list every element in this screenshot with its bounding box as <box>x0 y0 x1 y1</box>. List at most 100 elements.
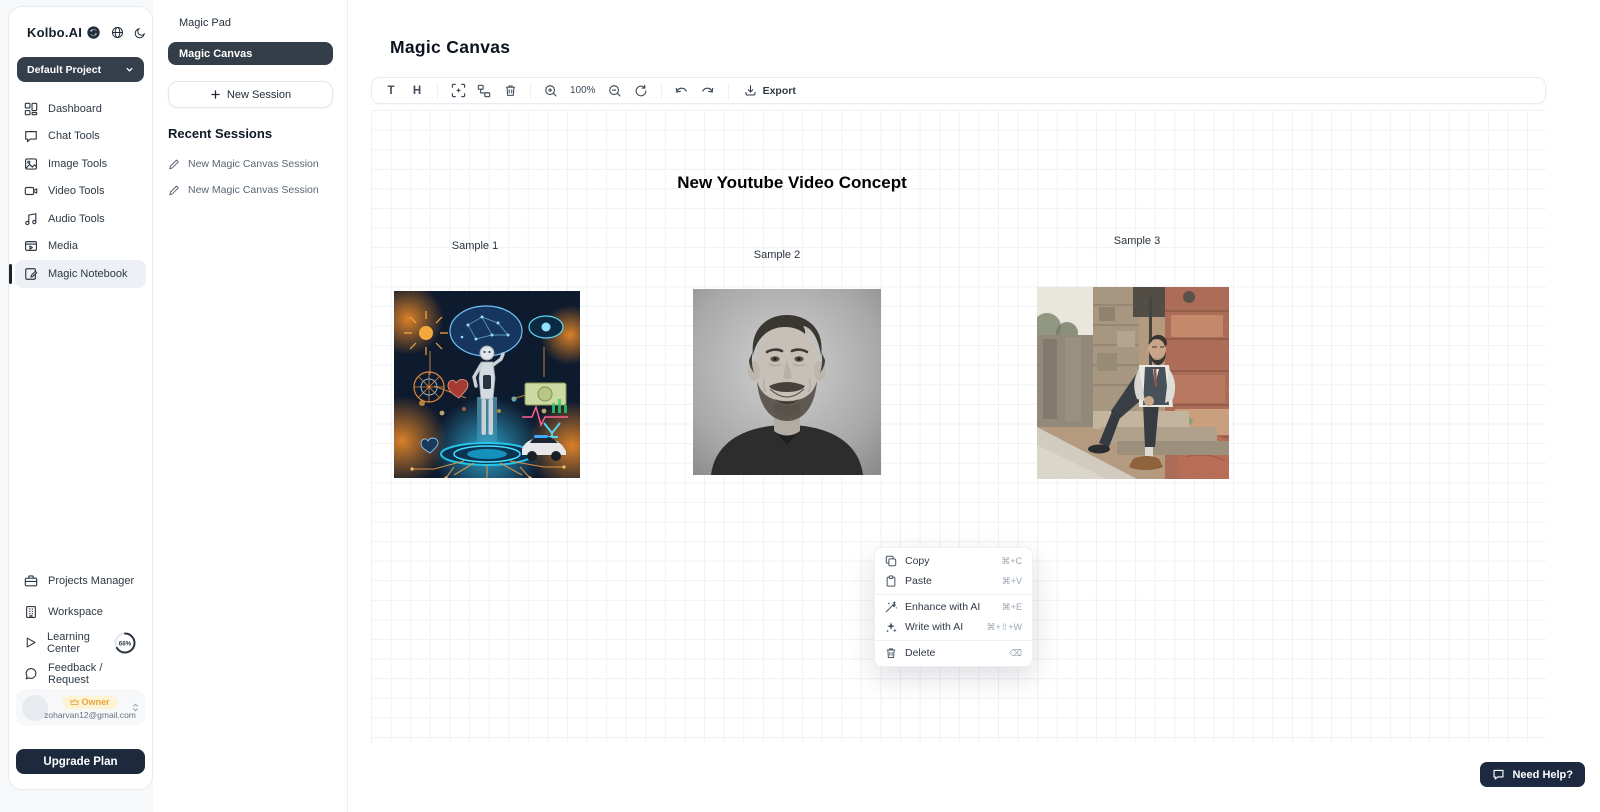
trash-icon <box>885 647 897 659</box>
context-menu-item-enhance-with-ai[interactable]: Enhance with AI ⌘+E <box>875 597 1032 617</box>
toolbar-divider <box>530 83 531 99</box>
zoom-in-icon <box>544 84 558 98</box>
need-help-label: Need Help? <box>1512 769 1573 781</box>
sidebar-item-projects-manager[interactable]: Projects Manager <box>15 565 146 596</box>
sidebar-item-audio-tools[interactable]: Audio Tools <box>15 205 146 233</box>
context-menu-item-copy[interactable]: Copy ⌘+C <box>875 551 1032 571</box>
sidebar-item-label: Video Tools <box>48 185 104 197</box>
chat-icon <box>24 129 38 143</box>
zoom-in-button[interactable] <box>540 80 562 101</box>
context-menu-shortcut: ⌘+⇧+W <box>986 622 1022 633</box>
session-panel: Magic Pad Magic Canvas New Session Recen… <box>153 0 348 812</box>
context-menu-label: Write with AI <box>905 621 963 633</box>
canvas-toolbar: T H 100% <box>371 77 1546 104</box>
export-label: Export <box>763 85 796 97</box>
main-area: Magic Canvas T H 100% <box>348 0 1600 812</box>
context-menu-label: Copy <box>905 555 930 567</box>
toolbar-divider <box>728 83 729 99</box>
recent-sessions-heading: Recent Sessions <box>168 126 333 141</box>
new-session-button[interactable]: New Session <box>168 81 333 108</box>
sidebar-item-label: Image Tools <box>48 158 107 170</box>
context-menu-item-write-with-ai[interactable]: Write with AI ⌘+⇧+W <box>875 617 1032 637</box>
wand-icon <box>885 601 897 613</box>
sample-1-label[interactable]: Sample 1 <box>452 240 498 252</box>
flow-tool-button[interactable] <box>473 80 495 101</box>
context-menu-item-paste[interactable]: Paste ⌘+V <box>875 571 1032 591</box>
ai-image-tool-button[interactable] <box>447 80 469 101</box>
play-icon <box>24 636 37 649</box>
sidebar-item-label: Projects Manager <box>48 575 134 587</box>
canvas-grid[interactable]: New Youtube Video Concept Sample 1 Sampl… <box>371 110 1546 743</box>
sidebar-item-media[interactable]: Media <box>15 233 146 261</box>
globe-icon[interactable] <box>111 26 124 39</box>
upgrade-plan-label: Upgrade Plan <box>43 756 117 768</box>
trash-icon <box>504 84 517 97</box>
moon-icon[interactable] <box>134 27 146 39</box>
sample-image-2[interactable] <box>693 289 881 475</box>
session-list-item[interactable]: New Magic Canvas Session <box>168 184 333 196</box>
help-chat-icon <box>1492 768 1505 781</box>
session-item-label: New Magic Canvas Session <box>188 184 319 196</box>
undo-button[interactable] <box>671 80 693 101</box>
magic-pad-item[interactable]: Magic Pad <box>168 15 333 33</box>
user-card[interactable]: Owner zoharvan12@gmail.com <box>16 689 145 726</box>
upgrade-plan-button[interactable]: Upgrade Plan <box>16 749 145 774</box>
project-selector-label: Default Project <box>27 64 101 76</box>
zoom-out-button[interactable] <box>604 80 626 101</box>
progress-ring-value: 66% <box>119 640 132 647</box>
sidebar-item-chat-tools[interactable]: Chat Tools <box>15 123 146 151</box>
image-icon <box>24 157 38 171</box>
sidebar-item-workspace[interactable]: Workspace <box>15 596 146 627</box>
sample-3-label[interactable]: Sample 3 <box>1114 235 1160 247</box>
context-menu: Copy ⌘+C Paste ⌘+V Enhance with AI ⌘+E W… <box>874 547 1033 667</box>
reset-view-button[interactable] <box>630 80 652 101</box>
toolbar-divider <box>661 83 662 99</box>
need-help-button[interactable]: Need Help? <box>1480 762 1585 787</box>
context-menu-shortcut: ⌘+E <box>1002 602 1022 613</box>
redo-button[interactable] <box>697 80 719 101</box>
role-badge: Owner <box>62 696 117 709</box>
role-badge-label: Owner <box>81 697 109 707</box>
sample-image-3[interactable] <box>1037 287 1229 479</box>
audio-icon <box>24 212 38 226</box>
zoom-out-icon <box>608 84 622 98</box>
delete-tool-button[interactable] <box>499 80 521 101</box>
pencil-icon <box>168 184 180 196</box>
plus-icon <box>210 89 221 100</box>
building-icon <box>24 605 38 619</box>
sidebar-item-label: Chat Tools <box>48 130 100 142</box>
sidebar-item-learning-center[interactable]: Learning Center 66% <box>15 627 146 658</box>
sidebar-item-dashboard[interactable]: Dashboard <box>15 95 146 123</box>
briefcase-icon <box>24 574 38 588</box>
sample-2-label[interactable]: Sample 2 <box>754 249 800 261</box>
app-root: Kolbo.AI Default Project Dashboard <box>0 0 1600 812</box>
download-icon <box>744 84 757 97</box>
sidebar-item-label: Workspace <box>48 606 103 618</box>
sidebar: Kolbo.AI Default Project Dashboard <box>8 6 153 790</box>
media-icon <box>24 239 38 253</box>
heading-tool-button[interactable]: H <box>406 80 428 101</box>
context-menu-divider <box>875 594 1032 595</box>
project-selector[interactable]: Default Project <box>17 57 144 82</box>
context-menu-item-delete[interactable]: Delete ⌫ <box>875 643 1032 663</box>
rotate-icon <box>634 84 648 98</box>
app-logo: Kolbo.AI <box>27 25 82 40</box>
context-menu-shortcut: ⌫ <box>1009 648 1022 659</box>
sidebar-item-feedback-request[interactable]: Feedback / Request <box>15 658 146 689</box>
progress-ring-badge: 66% <box>113 631 137 655</box>
canvas-heading[interactable]: New Youtube Video Concept <box>677 173 907 193</box>
magic-canvas-item[interactable]: Magic Canvas <box>168 42 333 65</box>
sample-image-1[interactable] <box>394 291 580 478</box>
zoom-level[interactable]: 100% <box>566 85 600 96</box>
text-tool-button[interactable]: T <box>380 80 402 101</box>
video-icon <box>24 184 38 198</box>
feedback-icon <box>24 667 38 681</box>
chevron-down-icon <box>125 65 134 74</box>
sidebar-item-magic-notebook[interactable]: Magic Notebook <box>15 260 146 288</box>
export-button[interactable]: Export <box>738 84 802 97</box>
dashboard-icon <box>24 102 38 116</box>
sidebar-item-image-tools[interactable]: Image Tools <box>15 150 146 178</box>
session-list-item[interactable]: New Magic Canvas Session <box>168 158 333 170</box>
sidebar-item-video-tools[interactable]: Video Tools <box>15 178 146 206</box>
sidebar-item-label: Audio Tools <box>48 213 105 225</box>
